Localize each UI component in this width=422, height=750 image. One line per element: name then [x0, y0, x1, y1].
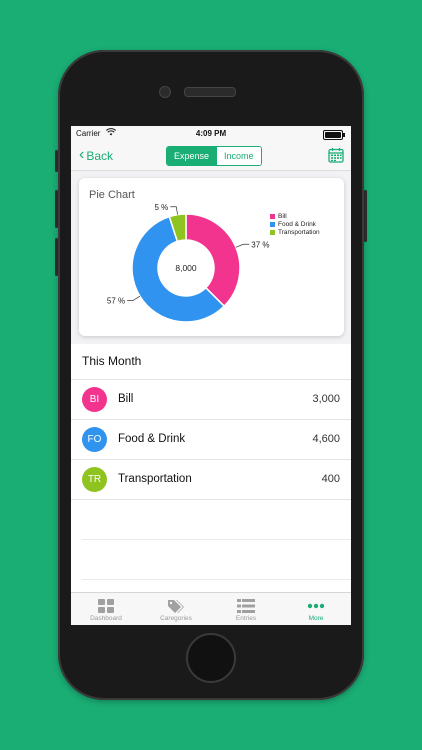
pie-leader-line — [127, 295, 141, 301]
tag-icon — [141, 597, 211, 615]
pie-percent-label: 37 % — [251, 240, 269, 249]
tab-categories[interactable]: Caregories — [141, 593, 211, 625]
list-item-transportation[interactable]: TR Transportation 400 — [71, 460, 351, 500]
pie-center-total: 8,000 — [175, 263, 197, 273]
pie-percent-label: 5 % — [155, 203, 169, 212]
list-item-bill[interactable]: BI Bill 3,000 — [71, 380, 351, 420]
expense-income-segmented-control: Expense Income — [166, 146, 262, 166]
side-button — [364, 190, 367, 242]
legend-label: Food & Drink — [278, 220, 316, 228]
tab-bar: Dashboard Caregories Entries More — [71, 592, 351, 625]
tab-more[interactable]: More — [281, 593, 351, 625]
legend-swatch — [270, 229, 275, 235]
pie-chart-card: Pie Chart 37 % 57 % 5 % 8,000 Bill Food & D… — [79, 178, 344, 336]
category-name: Bill — [118, 393, 134, 405]
category-name: Food & Drink — [118, 433, 186, 445]
segment-income[interactable]: Income — [216, 147, 261, 165]
camera — [159, 86, 171, 98]
dashboard-icon — [71, 597, 141, 615]
segment-expense[interactable]: Expense — [167, 147, 217, 165]
legend-label: Transportation — [278, 228, 320, 236]
tab-label: More — [308, 615, 324, 622]
category-amount: 400 — [321, 473, 340, 485]
status-time: 4:09 PM — [195, 129, 227, 138]
speaker — [184, 87, 236, 97]
this-month-section: This Month BI Bill 3,000 FO Food & Drink… — [71, 344, 351, 625]
tab-label: Entries — [235, 615, 257, 622]
list-icon — [211, 597, 281, 615]
app-screen: Carrier 4:09 PM ‹ Back Expense Income Pi… — [71, 126, 351, 625]
chart-legend: Bill Food & Drink Transportation — [270, 212, 320, 236]
category-avatar: TR — [82, 467, 107, 492]
legend-item: Transportation — [270, 228, 320, 236]
calendar-icon[interactable] — [328, 147, 344, 163]
empty-row — [82, 540, 351, 580]
category-amount: 4,600 — [312, 433, 340, 445]
back-button[interactable]: ‹ Back — [79, 146, 114, 164]
category-avatar: FO — [82, 427, 107, 452]
tab-label: Dashboard — [90, 615, 122, 622]
nav-bar: ‹ Back Expense Income — [71, 142, 351, 171]
pie-leader-line — [235, 243, 250, 248]
legend-item: Bill — [270, 212, 320, 220]
legend-swatch — [270, 221, 275, 227]
empty-row — [82, 500, 351, 540]
list-item-food-drink[interactable]: FO Food & Drink 4,600 — [71, 420, 351, 460]
pie-chart: 37 % 57 % 5 % 8,000 — [107, 203, 270, 323]
status-bar: Carrier 4:09 PM — [71, 126, 351, 142]
section-title: This Month — [71, 344, 351, 380]
legend-swatch — [270, 213, 275, 219]
tab-entries[interactable]: Entries — [211, 593, 281, 625]
tab-dashboard[interactable]: Dashboard — [71, 593, 141, 625]
pie-percent-label: 57 % — [107, 296, 125, 305]
side-button — [55, 190, 58, 228]
category-name: Transportation — [118, 473, 192, 485]
category-avatar: BI — [82, 387, 107, 412]
back-label: Back — [86, 149, 114, 163]
battery-icon — [323, 130, 345, 140]
chevron-left-icon: ‹ — [79, 146, 85, 163]
more-icon — [281, 597, 351, 615]
side-button — [55, 238, 58, 276]
home-button[interactable] — [186, 633, 236, 683]
legend-item: Food & Drink — [270, 220, 320, 228]
pie-leader-line — [170, 206, 178, 215]
category-amount: 3,000 — [312, 393, 340, 405]
side-button — [55, 150, 58, 172]
tab-label: Caregories — [160, 615, 192, 622]
legend-label: Bill — [278, 212, 287, 220]
